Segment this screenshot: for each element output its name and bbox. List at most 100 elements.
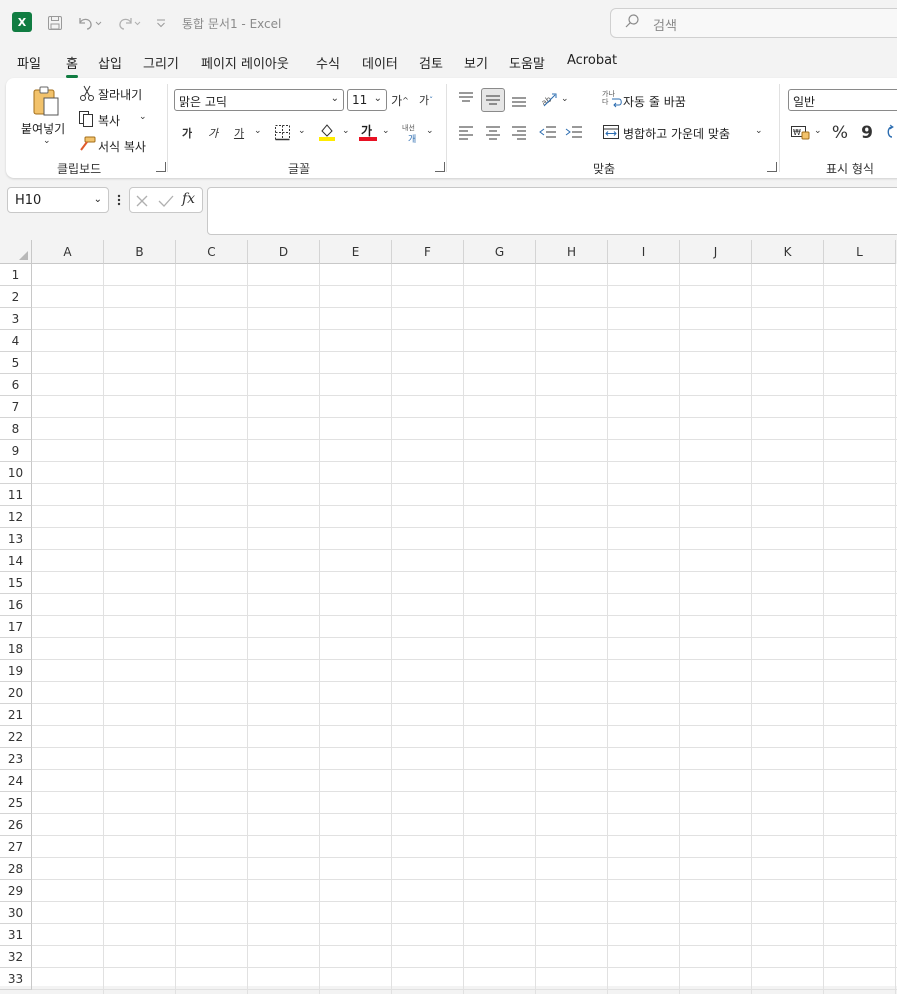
search-input[interactable]: 검색 (610, 8, 897, 38)
phonetic-chevron-down-icon[interactable]: ⌄ (426, 126, 434, 136)
row-header-11[interactable]: 11 (0, 484, 32, 506)
font-size-select[interactable]: 11 ⌄ (347, 89, 387, 111)
font-color-chevron-down-icon[interactable]: ⌄ (382, 126, 390, 136)
merge-center-chevron-down-icon[interactable]: ⌄ (755, 126, 763, 136)
increase-indent-icon[interactable] (565, 124, 583, 140)
comma-style-button[interactable]: 9 (855, 121, 879, 145)
row-header-26[interactable]: 26 (0, 814, 32, 836)
column-header-c[interactable]: C (176, 240, 248, 264)
row-header-16[interactable]: 16 (0, 594, 32, 616)
column-header-h[interactable]: H (536, 240, 608, 264)
orientation-icon[interactable]: ab (539, 90, 559, 108)
row-header-4[interactable]: 4 (0, 330, 32, 352)
tab-view[interactable]: 보기 (464, 53, 488, 72)
row-header-18[interactable]: 18 (0, 638, 32, 660)
align-top-icon[interactable] (458, 90, 474, 106)
align-right-icon[interactable] (511, 124, 527, 140)
insert-function-button[interactable]: fx (182, 191, 195, 207)
paste-chevron-down-icon[interactable]: ⌄ (43, 136, 51, 146)
tab-home[interactable]: 홈 (66, 53, 78, 78)
tab-review[interactable]: 검토 (419, 53, 443, 72)
copy-button[interactable]: 복사 (98, 112, 120, 129)
formula-input[interactable] (207, 187, 897, 235)
column-header-k[interactable]: K (752, 240, 824, 264)
redo-icon[interactable] (113, 12, 143, 34)
column-header-j[interactable]: J (680, 240, 752, 264)
row-header-25[interactable]: 25 (0, 792, 32, 814)
row-header-6[interactable]: 6 (0, 374, 32, 396)
row-header-3[interactable]: 3 (0, 308, 32, 330)
save-icon[interactable] (44, 12, 66, 34)
column-header-i[interactable]: I (608, 240, 680, 264)
align-left-icon[interactable] (458, 124, 474, 140)
fill-color-icon[interactable] (318, 122, 336, 142)
percent-style-button[interactable]: % (828, 121, 852, 145)
row-header-32[interactable]: 32 (0, 946, 32, 968)
fill-color-chevron-down-icon[interactable]: ⌄ (342, 126, 350, 136)
borders-chevron-down-icon[interactable]: ⌄ (298, 126, 306, 136)
name-box[interactable]: H10 ⌄ (7, 187, 109, 213)
accounting-chevron-down-icon[interactable]: ⌄ (814, 126, 822, 136)
grow-font-button[interactable]: 가 ^ (388, 88, 412, 112)
row-header-10[interactable]: 10 (0, 462, 32, 484)
enter-check-icon[interactable] (158, 194, 174, 208)
number-format-select[interactable]: 일반 (788, 89, 897, 111)
row-header-23[interactable]: 23 (0, 748, 32, 770)
align-middle-button[interactable] (481, 88, 505, 112)
row-header-19[interactable]: 19 (0, 660, 32, 682)
borders-icon[interactable] (274, 124, 291, 141)
column-header-a[interactable]: A (32, 240, 104, 264)
column-header-g[interactable]: G (464, 240, 536, 264)
font-color-button[interactable]: 가 (359, 122, 377, 142)
italic-button[interactable]: 가 (201, 121, 225, 145)
more-options-icon[interactable] (115, 192, 123, 208)
align-center-icon[interactable] (485, 124, 501, 140)
underline-button[interactable]: 가 (227, 121, 251, 145)
row-header-14[interactable]: 14 (0, 550, 32, 572)
row-header-21[interactable]: 21 (0, 704, 32, 726)
customize-quick-access-icon[interactable] (154, 12, 168, 34)
row-header-24[interactable]: 24 (0, 770, 32, 792)
column-header-l[interactable]: L (824, 240, 896, 264)
tab-page-layout[interactable]: 페이지 레이아웃 (201, 53, 289, 72)
undo-icon[interactable] (74, 12, 104, 34)
font-name-select[interactable]: 맑은 고딕 ⌄ (174, 89, 344, 111)
tab-acrobat[interactable]: Acrobat (567, 53, 617, 68)
cancel-icon[interactable] (135, 194, 149, 208)
row-header-17[interactable]: 17 (0, 616, 32, 638)
column-header-b[interactable]: B (104, 240, 176, 264)
phonetic-guide-button[interactable]: 내선 개 (402, 123, 420, 145)
bold-button[interactable]: 가 (175, 121, 199, 145)
tab-draw[interactable]: 그리기 (143, 53, 179, 72)
column-header-d[interactable]: D (248, 240, 320, 264)
row-header-28[interactable]: 28 (0, 858, 32, 880)
increase-decimal-icon[interactable] (884, 124, 897, 140)
row-header-5[interactable]: 5 (0, 352, 32, 374)
cell-grid[interactable] (32, 264, 897, 994)
format-painter-button[interactable]: 서식 복사 (98, 138, 146, 155)
row-header-2[interactable]: 2 (0, 286, 32, 308)
tab-help[interactable]: 도움말 (509, 53, 545, 72)
row-header-27[interactable]: 27 (0, 836, 32, 858)
row-header-31[interactable]: 31 (0, 924, 32, 946)
column-header-e[interactable]: E (320, 240, 392, 264)
row-header-15[interactable]: 15 (0, 572, 32, 594)
row-header-1[interactable]: 1 (0, 264, 32, 286)
paste-label[interactable]: 붙여넣기 (21, 120, 65, 137)
wrap-text-button[interactable]: 자동 줄 바꿈 (623, 93, 686, 110)
row-header-30[interactable]: 30 (0, 902, 32, 924)
cut-button[interactable]: 잘라내기 (98, 86, 142, 103)
merge-center-button[interactable]: 병합하고 가운데 맞춤 (623, 125, 730, 142)
underline-chevron-down-icon[interactable]: ⌄ (254, 126, 262, 136)
alignment-dialog-launcher-icon[interactable] (767, 162, 777, 172)
copy-chevron-down-icon[interactable]: ⌄ (139, 112, 147, 122)
orientation-chevron-down-icon[interactable]: ⌄ (561, 94, 569, 104)
shrink-font-button[interactable]: 가ˇ (414, 88, 438, 112)
select-all-button[interactable] (0, 240, 32, 264)
decrease-indent-icon[interactable] (539, 124, 557, 140)
tab-file[interactable]: 파일 (17, 53, 41, 72)
align-bottom-icon[interactable] (511, 92, 527, 108)
row-header-12[interactable]: 12 (0, 506, 32, 528)
accounting-format-icon[interactable]: ₩ (790, 124, 810, 140)
row-header-13[interactable]: 13 (0, 528, 32, 550)
